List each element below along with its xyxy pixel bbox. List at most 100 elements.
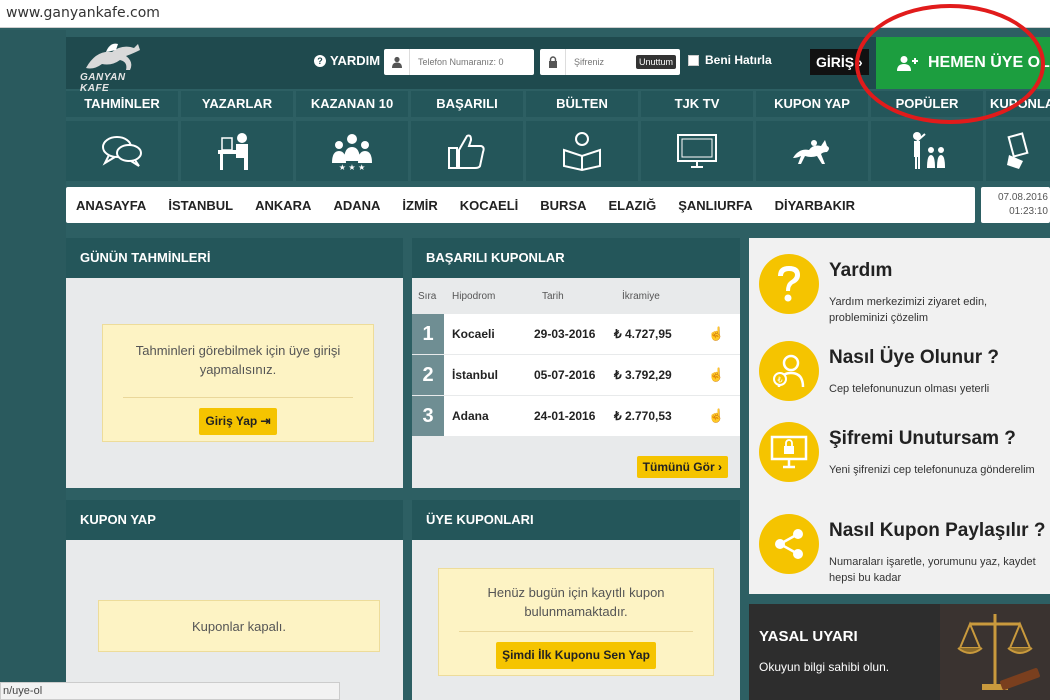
info-item-help[interactable]: Yardım Yardım merkezimizi ziyaret edin, … bbox=[749, 248, 1050, 338]
table-row[interactable]: 1 Kocaeli 29-03-2016 ₺ 4.727,95 ☝ bbox=[412, 314, 740, 354]
info-item-signup[interactable]: ₺ Nasıl Üye Olunur ? Cep telefonunuzun o… bbox=[749, 335, 1050, 425]
info-desc: Numaraları işaretle, yorumunu yaz, kayde… bbox=[829, 556, 1036, 584]
nav-item-basarili[interactable]: BAŞARILI bbox=[411, 91, 523, 183]
nav-item-yazarlar[interactable]: YAZARLAR bbox=[181, 91, 293, 183]
writer-desk-icon bbox=[181, 121, 293, 181]
city-link[interactable]: ŞANLIURFA bbox=[678, 198, 752, 213]
remember-checkbox[interactable] bbox=[688, 54, 699, 66]
highlight-circle bbox=[855, 4, 1045, 124]
forgot-password-button[interactable]: Unuttum bbox=[635, 55, 676, 69]
track-cell: Adana bbox=[452, 409, 489, 423]
svg-text:₺: ₺ bbox=[777, 376, 782, 385]
info-title: Şifremi Unutursam ? bbox=[829, 428, 1016, 449]
question-icon bbox=[759, 254, 819, 314]
chat-bubbles-icon bbox=[66, 121, 178, 181]
info-item-forgot-password[interactable]: Şifremi Unutursam ? Yeni şifrenizi cep t… bbox=[749, 416, 1050, 506]
info-title: Nasıl Üye Olunur ? bbox=[829, 347, 999, 368]
nav-item-kazanan-10[interactable]: KAZANAN 10 ★ ★ ★ bbox=[296, 91, 408, 183]
pointer-hand-icon[interactable]: ☝ bbox=[708, 408, 724, 424]
phone-input[interactable] bbox=[410, 57, 520, 67]
horse-racing-icon bbox=[756, 121, 868, 181]
table-row[interactable]: 3 Adana 24-01-2016 ₺ 2.770,53 ☝ bbox=[412, 396, 740, 436]
status-url: n/uye-ol bbox=[3, 685, 43, 697]
city-link[interactable]: İSTANBUL bbox=[168, 198, 233, 213]
pointer-hand-icon[interactable]: ☝ bbox=[708, 367, 724, 383]
password-input[interactable] bbox=[566, 57, 626, 67]
date-time-display: 07.08.2016 01:23:10 bbox=[981, 187, 1050, 223]
coupons-table: Sıra Hipodrom Tarih İkramiye 1 Kocaeli 2… bbox=[412, 278, 740, 437]
legal-warning-banner[interactable]: YASAL UYARI Okuyun bilgi sahibi olun. bbox=[749, 604, 1050, 700]
password-field[interactable]: Unuttum bbox=[540, 49, 680, 75]
nav-item-bulten[interactable]: BÜLTEN bbox=[526, 91, 638, 183]
city-link[interactable]: ADANA bbox=[333, 198, 380, 213]
info-title: Yardım bbox=[829, 260, 893, 281]
column-header: İkramiye bbox=[622, 290, 660, 302]
phone-field[interactable] bbox=[384, 49, 534, 75]
rank-badge: 2 bbox=[412, 355, 444, 395]
city-link[interactable]: ANKARA bbox=[255, 198, 311, 213]
date-cell: 24-01-2016 bbox=[534, 409, 596, 423]
info-title: Nasıl Kupon Paylaşılır ? bbox=[829, 520, 1046, 541]
city-link[interactable]: ELAZIĞ bbox=[609, 198, 657, 213]
city-link[interactable]: DİYARBAKIR bbox=[775, 198, 855, 213]
first-coupon-button[interactable]: Şimdi İlk Kuponu Sen Yap bbox=[496, 642, 656, 669]
column-header: Hipodrom bbox=[452, 290, 496, 302]
nav-label: TAHMİNLER bbox=[66, 91, 178, 117]
prize-cell: ₺ 4.727,95 bbox=[614, 327, 672, 341]
prize-cell: ₺ 2.770,53 bbox=[614, 409, 672, 423]
popular-people-icon bbox=[871, 121, 983, 181]
nav-label: KAZANAN 10 bbox=[296, 91, 408, 117]
city-link[interactable]: İZMİR bbox=[402, 198, 437, 213]
info-item-share[interactable]: Nasıl Kupon Paylaşılır ? Numaraları işar… bbox=[749, 508, 1050, 598]
login-label: GİRİŞ bbox=[816, 54, 855, 70]
horse-logo-icon bbox=[86, 43, 140, 70]
city-link[interactable]: ANASAYFA bbox=[76, 198, 146, 213]
successful-coupons-title: BAŞARILI KUPONLAR bbox=[412, 238, 740, 278]
rank-badge: 1 bbox=[412, 314, 444, 354]
member-coupons-message: Henüz bugün için kayıtlı kupon bulunmama… bbox=[487, 585, 665, 619]
info-desc: Yeni şifrenizi cep telefonunuza gönderel… bbox=[829, 464, 1035, 476]
site-logo[interactable]: GANYAN KAFE bbox=[76, 40, 156, 94]
city-bar: ANASAYFA İSTANBUL ANKARA ADANA İZMİR KOC… bbox=[66, 187, 975, 223]
login-to-view-button[interactable]: Giriş Yap ⇥ bbox=[199, 408, 277, 435]
coupons-closed-notice: Kuponlar kapalı. bbox=[98, 600, 380, 652]
remember-label: Beni Hatırla bbox=[705, 53, 772, 67]
lock-monitor-icon bbox=[759, 422, 819, 482]
city-link[interactable]: KOCAELİ bbox=[460, 198, 519, 213]
nav-label: TJK TV bbox=[641, 91, 753, 117]
predictions-panel: GÜNÜN TAHMİNLERİ Tahminleri görebilmek i… bbox=[66, 238, 403, 488]
info-desc: Cep telefonunuzun olması yeterli bbox=[829, 383, 990, 395]
coupon-hand-icon bbox=[986, 121, 1050, 181]
nav-label: BAŞARILI bbox=[411, 91, 523, 117]
table-row[interactable]: 2 İstanbul 05-07-2016 ₺ 3.792,29 ☝ bbox=[412, 355, 740, 395]
rank-badge: 3 bbox=[412, 396, 444, 436]
user-icon bbox=[384, 49, 410, 75]
track-cell: Kocaeli bbox=[452, 327, 495, 341]
predictions-title: GÜNÜN TAHMİNLERİ bbox=[66, 238, 403, 278]
help-link[interactable]: ? YARDIM bbox=[314, 53, 380, 68]
member-coupons-panel: ÜYE KUPONLARI Henüz bugün için kayıtlı k… bbox=[412, 500, 740, 700]
user-coin-icon: ₺ bbox=[759, 341, 819, 401]
login-to-view-label: Giriş Yap bbox=[205, 414, 258, 428]
nav-item-tjk-tv[interactable]: TJK TV bbox=[641, 91, 753, 183]
nav-label: YAZARLAR bbox=[181, 91, 293, 117]
share-icon bbox=[759, 514, 819, 574]
reader-book-icon bbox=[526, 121, 638, 181]
nav-item-kupon-yap[interactable]: KUPON YAP bbox=[756, 91, 868, 183]
column-header: Tarih bbox=[542, 290, 564, 302]
member-coupons-notice: Henüz bugün için kayıtlı kupon bulunmama… bbox=[438, 568, 714, 676]
help-label: YARDIM bbox=[330, 53, 381, 68]
svg-text:★ ★ ★: ★ ★ ★ bbox=[339, 163, 366, 171]
remember-me[interactable]: Beni Hatırla bbox=[688, 53, 772, 67]
nav-item-tahminler[interactable]: TAHMİNLER bbox=[66, 91, 178, 183]
pointer-hand-icon[interactable]: ☝ bbox=[708, 326, 724, 342]
legal-title: YASAL UYARI bbox=[759, 628, 858, 645]
thumbs-up-icon bbox=[411, 121, 523, 181]
see-all-label: Tümünü Gör bbox=[642, 460, 715, 474]
info-sidebar: Yardım Yardım merkezimizi ziyaret edin, … bbox=[749, 238, 1050, 594]
city-link[interactable]: BURSA bbox=[540, 198, 586, 213]
date-cell: 29-03-2016 bbox=[534, 327, 596, 341]
column-header: Sıra bbox=[418, 290, 437, 302]
nav-label: BÜLTEN bbox=[526, 91, 638, 117]
see-all-button[interactable]: Tümünü Gör › bbox=[636, 456, 728, 478]
